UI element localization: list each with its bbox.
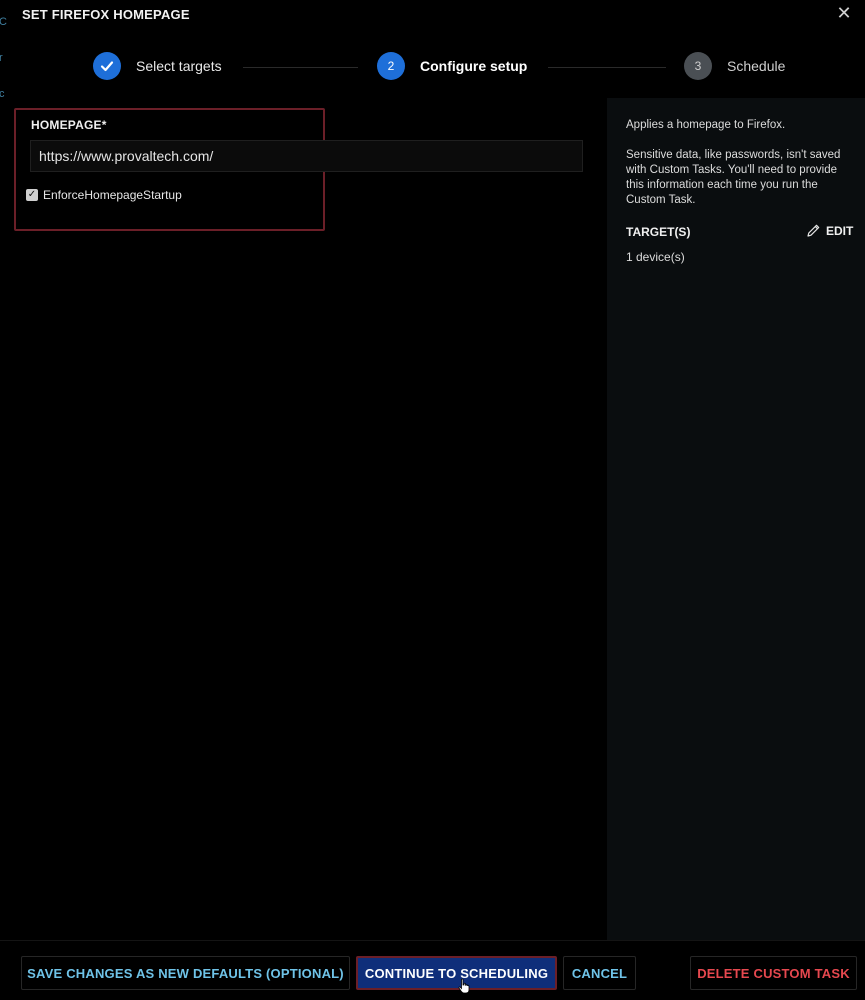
step-configure-setup[interactable]: 2 Configure setup <box>377 52 527 80</box>
close-icon[interactable]: ✕ <box>835 4 853 22</box>
save-defaults-button[interactable]: SAVE CHANGES AS NEW DEFAULTS (OPTIONAL) <box>21 956 350 990</box>
targets-value: 1 device(s) <box>626 250 685 264</box>
sensitive-data-note: Sensitive data, like passwords, isn't sa… <box>626 149 841 206</box>
edit-targets-button[interactable]: EDIT <box>806 223 853 238</box>
homepage-input[interactable] <box>30 140 583 172</box>
enforce-homepage-label: EnforceHomepageStartup <box>43 188 182 202</box>
step-select-targets[interactable]: Select targets <box>93 52 222 80</box>
step-label: Configure setup <box>420 58 528 74</box>
step-connector <box>548 67 666 68</box>
task-description: Applies a homepage to Firefox. <box>626 119 786 131</box>
enforce-homepage-checkbox[interactable]: ✓ <box>26 189 38 201</box>
step-connector <box>243 67 358 68</box>
stepper: Select targets 2 Configure setup 3 Sched… <box>0 50 865 84</box>
enforce-homepage-checkbox-row[interactable]: ✓ EnforceHomepageStartup <box>26 188 182 202</box>
check-icon <box>93 52 121 80</box>
hand-cursor-icon <box>458 978 470 994</box>
edit-label: EDIT <box>826 223 854 238</box>
step-number: 3 <box>684 52 712 80</box>
step-label: Select targets <box>136 58 222 74</box>
targets-label: TARGET(S) <box>626 225 691 239</box>
footer-divider <box>0 940 865 941</box>
continue-to-scheduling-button[interactable]: CONTINUE TO SCHEDULING <box>356 956 557 990</box>
step-number: 2 <box>377 52 405 80</box>
homepage-label: HOMEPAGE* <box>31 118 107 132</box>
step-label: Schedule <box>727 58 786 74</box>
step-schedule[interactable]: 3 Schedule <box>684 52 785 80</box>
pencil-icon <box>807 224 820 237</box>
cancel-button[interactable]: CANCEL <box>563 956 636 990</box>
delete-custom-task-button[interactable]: DELETE CUSTOM TASK <box>690 956 857 990</box>
dialog-title: SET FIREFOX HOMEPAGE <box>22 7 190 22</box>
